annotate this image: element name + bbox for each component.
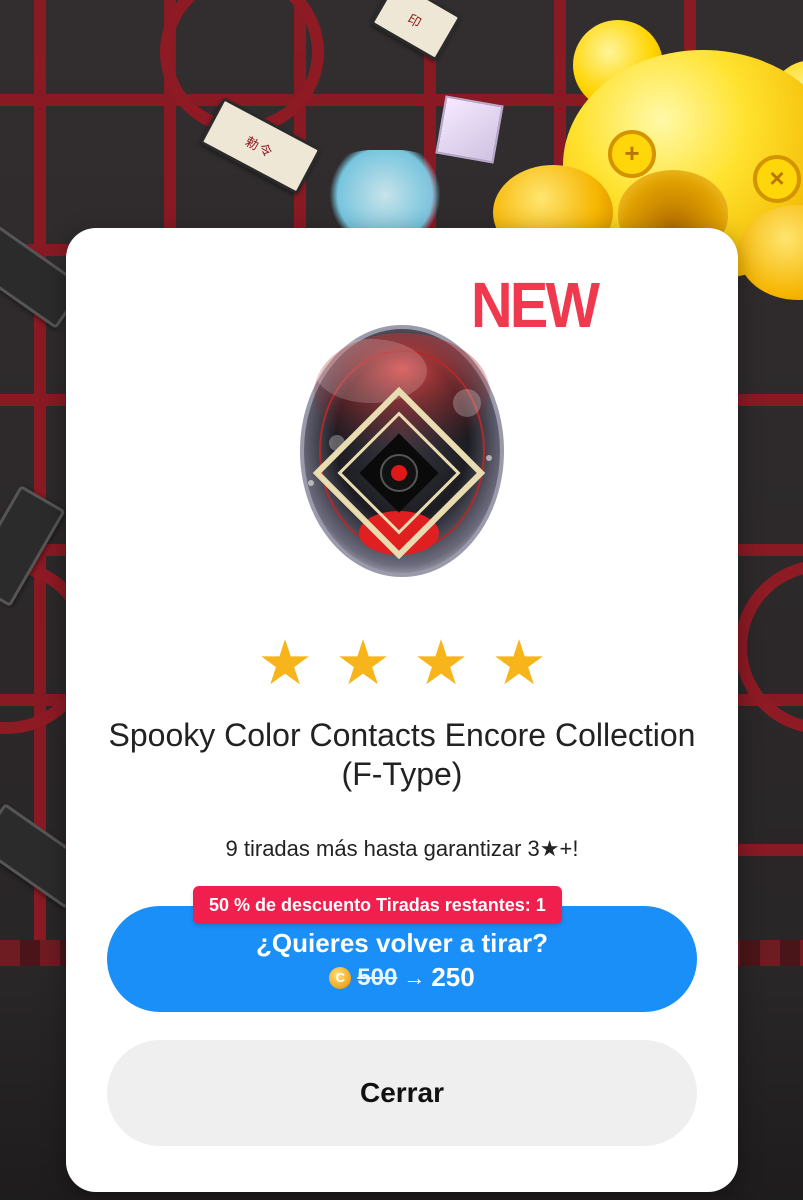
cyan-accessory-decoration xyxy=(320,150,450,240)
close-button[interactable]: Cerrar xyxy=(107,1040,697,1146)
talisman-text: 印 xyxy=(405,10,426,32)
star-icon: ★ xyxy=(257,629,313,698)
new-price: 250 xyxy=(431,962,475,992)
box-decoration xyxy=(435,95,504,164)
rarity-stars: ★ ★ ★ ★ xyxy=(66,629,738,698)
pity-counter-text: 9 tiradas más hasta garantizar 3★+! xyxy=(225,836,579,861)
coin-icon: C xyxy=(329,966,352,989)
star-icon: ★ xyxy=(491,629,547,698)
bear-eye-icon: × xyxy=(753,155,801,203)
talisman-text: 勅令 xyxy=(243,133,277,161)
gacha-result-card: NEW ★ ★ ★ ★ Spooky Color Contacts Encore… xyxy=(66,228,738,1192)
reroll-title: ¿Quieres volver a tirar? xyxy=(256,928,548,958)
reroll-price: C 500 → 250 xyxy=(107,962,697,993)
arrow-right-icon: → xyxy=(403,964,426,990)
old-price: 500 xyxy=(357,963,398,991)
item-name: Spooky Color Contacts Encore Collection … xyxy=(108,717,696,792)
color-contact-lens-icon xyxy=(300,325,504,577)
discount-tag: 50 % de descuento Tiradas restantes: 1 xyxy=(193,886,562,924)
star-icon: ★ xyxy=(335,629,391,698)
bear-eye-icon: + xyxy=(608,130,656,178)
star-icon: ★ xyxy=(413,629,469,698)
